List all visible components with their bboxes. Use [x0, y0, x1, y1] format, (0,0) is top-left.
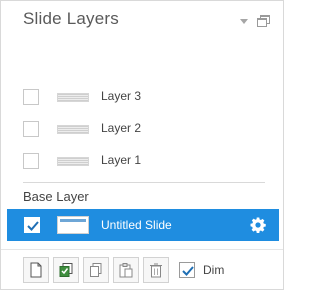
layer-thumbnail [57, 157, 89, 166]
layer-row-1[interactable]: Layer 1 [1, 147, 283, 177]
layer-label: Layer 2 [101, 121, 142, 135]
copy-button[interactable] [83, 257, 109, 283]
restore-window-icon[interactable] [257, 15, 270, 27]
layer-visibility-checkbox[interactable] [23, 89, 39, 105]
checkmark-icon [27, 221, 39, 231]
new-layer-icon [30, 262, 42, 278]
gear-icon[interactable] [249, 216, 267, 234]
slide-thumbnail [57, 216, 89, 234]
duplicate-layer-icon [59, 263, 73, 277]
layer-visibility-checkbox[interactable] [23, 153, 39, 169]
section-divider [23, 182, 265, 183]
checkmark-icon [182, 266, 194, 276]
layer-row-2[interactable]: Layer 2 [1, 115, 283, 145]
layer-visibility-checkbox[interactable] [23, 121, 39, 137]
duplicate-layer-button[interactable] [53, 257, 79, 283]
paste-icon [119, 263, 133, 278]
base-layer-heading: Base Layer [23, 189, 89, 204]
copy-icon [90, 263, 102, 277]
dim-checkbox[interactable] [179, 262, 195, 278]
layer-thumbnail [57, 93, 89, 102]
layer-thumbnail [57, 125, 89, 134]
layer-label: Layer 1 [101, 153, 142, 167]
layer-row-3[interactable]: Layer 3 [1, 83, 283, 113]
panel-menu-caret-icon[interactable] [240, 19, 248, 24]
delete-icon [150, 263, 162, 278]
panel-header-controls [240, 15, 270, 27]
new-layer-button[interactable] [23, 257, 49, 283]
base-layer-checkbox[interactable] [24, 217, 40, 233]
paste-button[interactable] [113, 257, 139, 283]
slide-layers-panel: Slide Layers Layer 3 Layer 2 Layer 1 Bas… [0, 0, 284, 290]
dim-label: Dim [203, 263, 225, 277]
layer-label: Layer 3 [101, 89, 142, 103]
panel-title: Slide Layers [23, 9, 119, 28]
base-layer-row[interactable]: Untitled Slide [7, 209, 279, 241]
toolbar-divider [1, 249, 283, 250]
delete-button[interactable] [143, 257, 169, 283]
base-layer-label: Untitled Slide [101, 218, 172, 232]
